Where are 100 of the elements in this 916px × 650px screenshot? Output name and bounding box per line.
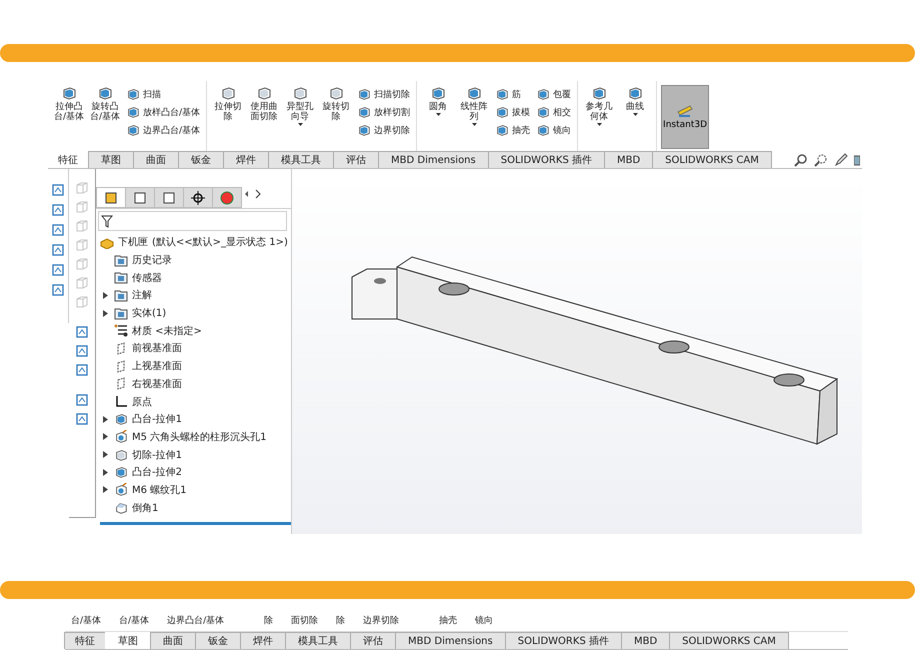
expand-arrow-icon[interactable] [102,433,108,440]
expand-arrow-icon[interactable] [102,468,108,476]
tree-item[interactable]: 右视基准面 [100,374,291,393]
expand-arrow-icon[interactable] [102,451,108,458]
ribbon-button[interactable]: 台/基体 [71,614,102,626]
cube-icon [357,105,372,120]
ribbon-tab[interactable]: 特征 [64,632,106,649]
toolbar-icon[interactable] [75,363,89,378]
ribbon-tab[interactable]: 评估 [333,151,379,168]
toolbar-icon[interactable] [75,344,89,358]
tree-item[interactable]: 上视基准面 [100,357,291,375]
ribbon-button[interactable]: 扫描切除 [357,87,410,102]
ribbon-button[interactable]: 面切除 [291,614,318,626]
ribbon-button[interactable]: 镜向 [475,614,494,626]
ribbon-tab[interactable]: 焊件 [240,632,286,649]
instant3d-button[interactable]: Instant3D [661,85,710,150]
zoom-area-icon[interactable] [814,152,828,167]
ribbon-button[interactable]: 拉伸切除 [211,85,246,122]
ribbon-button[interactable]: 相交 [536,105,572,120]
ribbon-button[interactable]: 圆角 [421,85,456,116]
folder-icon [114,306,128,320]
tree-item[interactable]: 历史记录 [100,251,291,269]
panel-tab[interactable] [125,187,155,208]
toolbar-icon[interactable] [51,263,65,278]
toolbar-icon[interactable] [75,393,89,408]
tree-item[interactable]: 倒角1 [100,498,291,516]
ribbon-tab[interactable]: 曲面 [133,151,179,168]
ribbon-tab[interactable]: MBD [620,632,670,649]
ribbon-tab[interactable]: 钣金 [195,632,241,649]
ribbon-tab[interactable]: 模具工具 [268,151,334,168]
ribbon-button[interactable]: 镜向 [536,123,572,138]
ribbon-tab[interactable]: MBD Dimensions [395,632,506,649]
tree-item[interactable]: 切除-拉伸1 [100,446,291,464]
toolbar-icon[interactable] [51,243,65,258]
tree-item[interactable]: 凸台-拉伸1 [100,410,291,428]
cube-section-icon[interactable] [854,152,860,167]
ribbon-tab[interactable]: SOLIDWORKS CAM [669,632,789,649]
tree-item[interactable]: 前视基准面 [100,340,291,358]
ribbon-button[interactable]: 旋转凸台/基体 [88,85,122,122]
toolbar-icon[interactable] [51,203,65,218]
tree-item[interactable]: M6 螺纹孔1 [100,481,291,499]
ribbon-button[interactable]: 放样凸台/基体 [126,105,200,120]
ribbon-button[interactable]: 旋转切除 [319,85,354,122]
ribbon-button[interactable]: 边界凸台/基体 [126,123,200,138]
expand-arrow-icon[interactable] [102,486,108,494]
tree-item[interactable]: 注解 [100,286,291,304]
ribbon-button[interactable]: 参考几何体 [582,85,616,126]
ribbon-button[interactable]: 边界切除 [357,123,410,138]
panel-tab[interactable] [183,187,213,208]
toolbar-icon[interactable] [51,223,65,238]
ribbon-tab[interactable]: MBD [604,151,654,168]
ribbon-button[interactable]: 边界切除 [363,614,400,626]
ribbon-button[interactable]: 除 [264,614,274,626]
ribbon-tab[interactable]: 模具工具 [285,632,351,649]
ribbon-button[interactable]: 扫描 [126,87,200,102]
ribbon-tab[interactable]: 曲面 [150,632,196,649]
toolbar-icon[interactable] [75,325,89,340]
toolbar-icon[interactable] [51,283,65,298]
tree-item[interactable]: 实体(1) [100,304,291,322]
ribbon-tab[interactable]: 评估 [350,632,396,649]
tree-item[interactable]: 材质 <未指定> [100,322,291,340]
ribbon-button[interactable]: 拉伸凸台/基体 [52,85,86,122]
expand-arrow-icon[interactable] [102,416,108,423]
expand-arrow-icon[interactable] [102,310,108,317]
toolbar-icon[interactable] [51,183,65,198]
ribbon-tab[interactable]: SOLIDWORKS CAM [652,151,772,168]
ribbon-button[interactable]: 线性阵列 [457,85,492,126]
ribbon-tab[interactable]: SOLIDWORKS 插件 [504,632,622,649]
panel-tab[interactable] [96,187,126,208]
search-icon[interactable] [794,152,808,167]
ribbon-tab[interactable]: 草图 [88,151,134,168]
ribbon-button[interactable]: 包覆 [536,87,572,102]
ribbon-tab[interactable]: MBD Dimensions [378,151,489,168]
expand-arrow-icon[interactable] [102,292,108,299]
ribbon-tab[interactable]: SOLIDWORKS 插件 [488,151,605,168]
ribbon-button[interactable]: 抽壳 [495,123,530,138]
ribbon-button[interactable]: 边界凸台/基体 [167,614,224,626]
pencil-icon[interactable] [834,152,848,167]
ribbon-button[interactable]: 曲线 [618,85,652,116]
ribbon-button[interactable]: 异型孔向导 [283,85,318,126]
tree-item[interactable]: 凸台-拉伸2 [100,463,291,482]
tree-root-item[interactable]: 下机匣 (默认<<默认>_显示状态 1>) [100,233,291,252]
ribbon-tab[interactable]: 焊件 [223,151,269,168]
ribbon-button[interactable]: 拔模 [495,105,530,120]
cube-icon [126,105,140,120]
cube-icon [430,85,446,102]
panel-tab[interactable] [154,187,184,208]
caret-icon [472,123,477,126]
ribbon-button[interactable]: 放样切割 [357,105,410,120]
ribbon-button[interactable]: 抽壳 [439,614,458,626]
tree-item[interactable]: M5 六角头螺栓的柱形沉头孔1 [100,428,291,446]
tree-item[interactable]: 原点 [100,392,291,410]
tree-item[interactable]: 传感器 [100,268,291,287]
ribbon-button[interactable]: 使用曲面切除 [247,85,282,122]
ribbon-button[interactable]: 除 [336,614,346,626]
ribbon-button[interactable]: 台/基体 [119,614,150,626]
ribbon-tab[interactable]: 钣金 [178,151,224,168]
toolbar-icon[interactable] [75,412,89,426]
filter-field[interactable] [98,211,287,232]
ribbon-button[interactable]: 筋 [495,87,530,102]
